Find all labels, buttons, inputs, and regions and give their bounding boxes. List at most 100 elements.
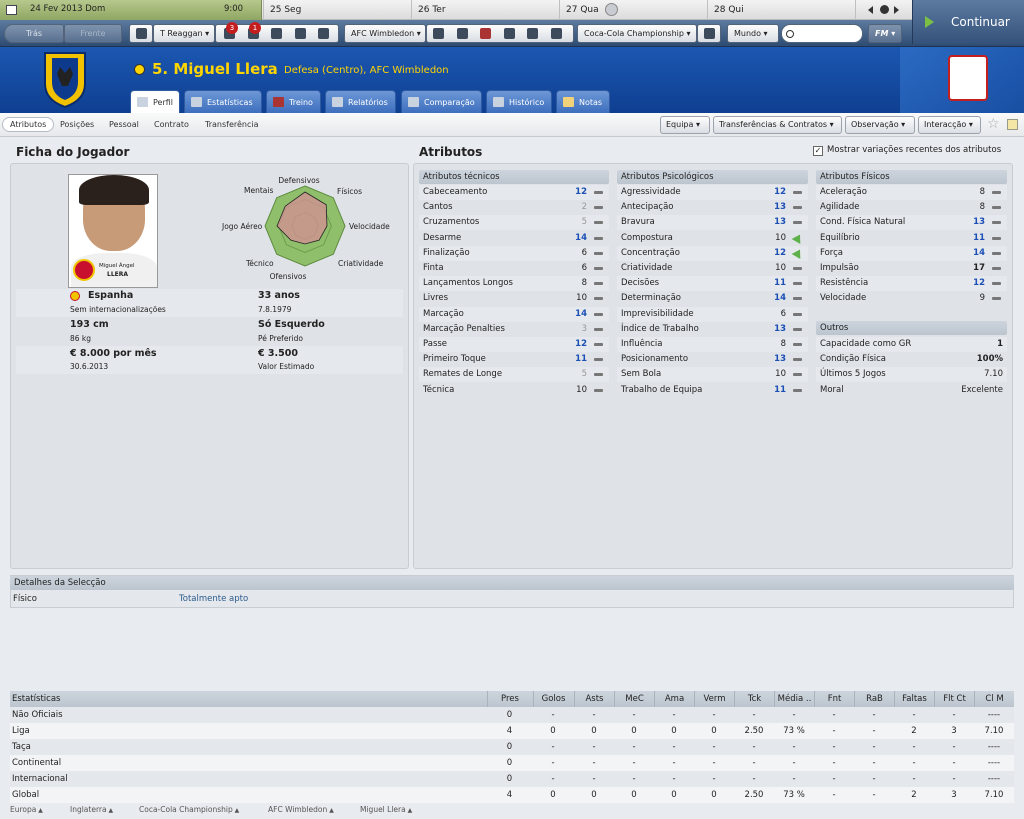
stats-column-header[interactable]: Asts xyxy=(574,691,614,707)
attribute-row[interactable]: Decisões 11 xyxy=(617,276,808,292)
today-dot-icon[interactable] xyxy=(880,5,889,14)
attribute-row[interactable]: Primeiro Toque 11 xyxy=(419,352,609,367)
continue-button[interactable]: Continuar xyxy=(912,0,1024,44)
breadcrumb-item[interactable]: Coca-Cola Championship ▲ xyxy=(139,805,239,814)
attribute-row[interactable]: Antecipação 13 xyxy=(617,200,808,215)
attribute-row[interactable]: Marcação 14 xyxy=(419,306,609,322)
attribute-row[interactable]: Cantos 2 xyxy=(419,200,609,215)
team-menu[interactable]: Equipa ▾ xyxy=(660,116,710,134)
tab-estatisticas[interactable]: Estatísticas xyxy=(184,90,262,113)
calendar-day[interactable]: 25 Seg xyxy=(263,0,411,20)
attribute-row[interactable]: Desarme 14 xyxy=(419,231,609,246)
subnav-atributos[interactable]: Atributos xyxy=(2,117,55,132)
attribute-row[interactable]: Agressividade 12 xyxy=(617,185,808,200)
phone-icon[interactable] xyxy=(318,28,330,39)
attribute-row[interactable]: Aceleração 8 xyxy=(816,185,1007,200)
attribute-row[interactable]: Influência 8 xyxy=(617,337,808,352)
attribute-row[interactable]: Remates de Longe 5 xyxy=(419,367,609,383)
attribute-row[interactable]: Passe 12 xyxy=(419,337,609,352)
prev-arrow-icon[interactable] xyxy=(868,6,873,14)
attribute-row[interactable]: Finta 6 xyxy=(419,261,609,276)
attribute-row[interactable]: Cruzamentos 5 xyxy=(419,215,609,231)
attribute-row[interactable]: Equilíbrio 11 xyxy=(816,231,1007,246)
competition-menu[interactable]: Coca-Cola Championship ▾ xyxy=(577,24,697,43)
forward-button[interactable]: Frente xyxy=(64,24,122,43)
attribute-row[interactable]: Técnica 10 xyxy=(419,383,609,398)
attribute-row[interactable]: Bravura 13 xyxy=(617,215,808,231)
attribute-row[interactable]: Finalização 6 xyxy=(419,245,609,261)
attribute-row[interactable]: Marcação Penalties 3 xyxy=(419,322,609,337)
breadcrumb-item[interactable]: Miguel Llera ▲ xyxy=(360,805,412,814)
tab-historico[interactable]: Histórico xyxy=(486,90,552,113)
attribute-row[interactable]: Cond. Física Natural 13 xyxy=(816,215,1007,231)
attribute-row[interactable]: Sem Bola 10 xyxy=(617,367,808,383)
attribute-row[interactable]: Resistência 12 xyxy=(816,276,1007,292)
calendar-day[interactable]: 28 Qui xyxy=(707,0,855,20)
attribute-row[interactable]: Lançamentos Longos 8 xyxy=(419,276,609,292)
tab-comparacao[interactable]: Comparação xyxy=(401,90,482,113)
back-button[interactable]: Trás xyxy=(4,24,64,43)
tactics-icon[interactable] xyxy=(456,28,468,39)
tab-notas[interactable]: Notas xyxy=(556,90,610,113)
subnav-contrato[interactable]: Contrato xyxy=(146,117,197,132)
tab-relatorios[interactable]: Relatórios xyxy=(325,90,396,113)
star-icon[interactable]: ☆ xyxy=(987,116,1000,132)
attribute-row[interactable]: Posicionamento 13 xyxy=(617,352,808,367)
scouting-icon[interactable] xyxy=(503,28,515,39)
stats-column-header[interactable]: Flt Ct xyxy=(934,691,974,707)
transfers-contracts-menu[interactable]: Transferências & Contratos ▾ xyxy=(713,116,842,134)
checkbox-checked-icon[interactable]: ✓ xyxy=(813,146,823,156)
scout-icon[interactable] xyxy=(294,28,306,39)
search-input[interactable] xyxy=(781,24,863,43)
stats-column-header[interactable]: Média .. xyxy=(774,691,814,707)
competition-info-button[interactable] xyxy=(697,24,721,43)
home-button[interactable] xyxy=(129,24,153,43)
attribute-row[interactable]: Índice de Trabalho 13 xyxy=(617,322,808,337)
attribute-row[interactable]: Criatividade 10 xyxy=(617,261,808,276)
subnav-transferencia[interactable]: Transferência xyxy=(197,117,267,132)
attribute-row[interactable]: Impulsão 17 xyxy=(816,261,1007,276)
attribute-row[interactable]: Compostura 10 xyxy=(617,231,808,246)
transfers-icon[interactable] xyxy=(527,28,539,39)
calendar-day[interactable]: 27 Qua xyxy=(559,0,707,20)
briefcase-icon[interactable] xyxy=(271,28,283,39)
training-icon[interactable] xyxy=(480,28,492,39)
stats-column-header[interactable]: Pres xyxy=(487,691,532,707)
world-menu[interactable]: Mundo ▾ xyxy=(727,24,779,43)
subnav-pessoal[interactable]: Pessoal xyxy=(101,117,147,132)
stats-column-header[interactable]: Ama xyxy=(654,691,694,707)
next-arrow-icon[interactable] xyxy=(894,6,899,14)
attribute-row[interactable]: Cabeceamento 12 xyxy=(419,185,609,200)
stats-column-header[interactable]: Golos xyxy=(533,691,573,707)
scouting-menu[interactable]: Observação ▾ xyxy=(845,116,915,134)
breadcrumb-item[interactable]: Europa ▲ xyxy=(10,805,43,814)
tab-treino[interactable]: Treino xyxy=(266,90,321,113)
squad-icon[interactable] xyxy=(433,28,444,39)
stats-column-header[interactable]: Cl M xyxy=(974,691,1014,707)
stats-column-header[interactable]: Fnt xyxy=(814,691,854,707)
attribute-row[interactable]: Trabalho de Equipa 11 xyxy=(617,383,808,398)
attribute-row[interactable]: Imprevisibilidade 6 xyxy=(617,306,808,322)
attribute-row[interactable]: Agilidade 8 xyxy=(816,200,1007,215)
attribute-row[interactable]: Determinação 14 xyxy=(617,291,808,306)
stats-column-header[interactable]: Tck xyxy=(734,691,774,707)
calendar-day[interactable]: 26 Ter xyxy=(411,0,559,20)
stats-column-header[interactable]: Verm xyxy=(694,691,734,707)
tab-perfil[interactable]: Perfil xyxy=(130,90,180,113)
manager-menu[interactable]: T Reaggan ▾ xyxy=(153,24,215,43)
current-date-cell[interactable]: 24 Fev 2013 Dom 9:00 xyxy=(0,0,262,20)
attribute-row[interactable]: Concentração 12 xyxy=(617,245,808,261)
breadcrumb-item[interactable]: Inglaterra ▲ xyxy=(70,805,113,814)
interaction-menu[interactable]: Interacção ▾ xyxy=(918,116,981,134)
subnav-posicoes[interactable]: Posições xyxy=(52,117,102,132)
stats-column-header[interactable]: RaB xyxy=(854,691,894,707)
club-menu[interactable]: AFC Wimbledon ▾ xyxy=(344,24,426,43)
stats-column-header[interactable]: MeC xyxy=(614,691,654,707)
breadcrumb-item[interactable]: AFC Wimbledon ▲ xyxy=(268,805,334,814)
attribute-row[interactable]: Livres 10 xyxy=(419,291,609,306)
attribute-row[interactable]: Velocidade 9 xyxy=(816,291,1007,306)
attribute-row[interactable]: Força 14 xyxy=(816,245,1007,261)
stats-column-header[interactable]: Faltas xyxy=(894,691,934,707)
finances-icon[interactable] xyxy=(550,28,562,39)
fm-menu[interactable]: FM ▾ xyxy=(868,24,902,43)
